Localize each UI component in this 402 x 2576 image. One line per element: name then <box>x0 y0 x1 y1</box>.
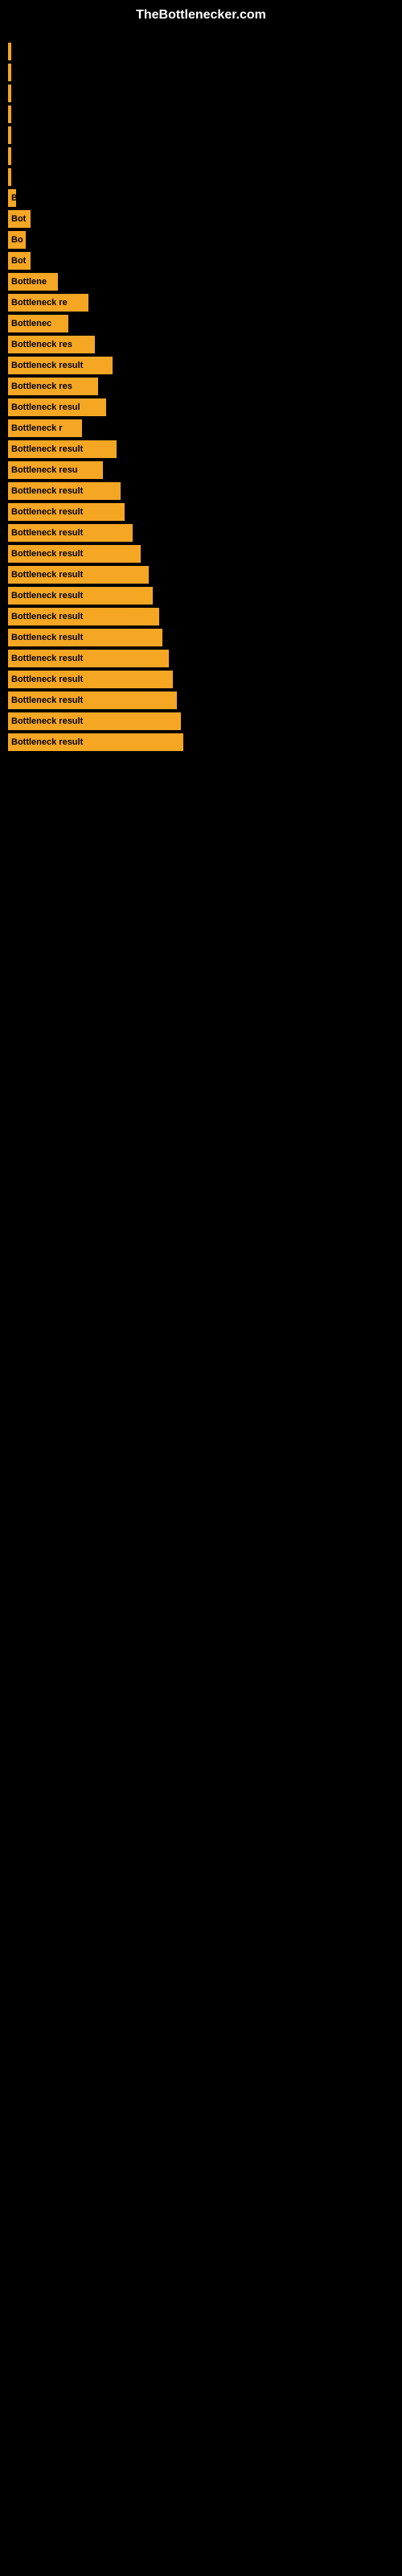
bar-row: Bottleneck res <box>8 378 394 395</box>
bar-row: Bottleneck resul <box>8 398 394 416</box>
bar-item: Bottleneck result <box>8 357 113 374</box>
bar-row: Bottleneck res <box>8 336 394 353</box>
bar-item: Bottlenec <box>8 315 68 332</box>
bar-row: Bottleneck result <box>8 440 394 458</box>
bar-label: Bottleneck result <box>11 591 83 601</box>
bar-item: Bottleneck result <box>8 671 173 688</box>
bar-item <box>8 168 11 186</box>
bar-item: Bottleneck result <box>8 566 149 584</box>
bar-row: Bottleneck result <box>8 712 394 730</box>
bar-item: Bottleneck result <box>8 440 117 458</box>
bar-row: Bottleneck result <box>8 733 394 751</box>
bar-item <box>8 147 11 165</box>
bar-item: Bottleneck res <box>8 336 95 353</box>
bar-label: Bottleneck result <box>11 486 83 496</box>
bar-label: Bottleneck result <box>11 570 83 580</box>
bar-row <box>8 126 394 144</box>
bar-row: Bottleneck result <box>8 587 394 605</box>
bar-row: Bottleneck result <box>8 503 394 521</box>
bar-row <box>8 147 394 165</box>
bar-row <box>8 64 394 81</box>
bar-row <box>8 43 394 60</box>
bar-label: Bottleneck result <box>11 696 83 705</box>
bar-label: Bottleneck result <box>11 444 83 454</box>
bar-row: Bottlenec <box>8 315 394 332</box>
bar-item <box>8 43 11 60</box>
bar-label: B <box>11 193 16 203</box>
bar-label: Bottlene <box>11 277 47 287</box>
bar-label: Bottleneck result <box>11 654 83 663</box>
bar-item: Bottleneck res <box>8 378 98 395</box>
bar-row: Bottleneck result <box>8 650 394 667</box>
bar-item: Bottleneck result <box>8 712 181 730</box>
bar-row: B <box>8 189 394 207</box>
bar-item: Bo <box>8 231 26 249</box>
bar-item: Bottleneck resul <box>8 398 106 416</box>
bar-item <box>8 64 11 81</box>
bar-label: Bottleneck result <box>11 361 83 370</box>
bar-label: Bottleneck result <box>11 612 83 621</box>
bar-label: Bottleneck result <box>11 675 83 684</box>
bar-label: Bottleneck res <box>11 340 72 349</box>
bar-row: Bot <box>8 210 394 228</box>
bar-item: Bottleneck result <box>8 608 159 625</box>
bar-row: Bottleneck result <box>8 691 394 709</box>
bar-row: Bottleneck result <box>8 671 394 688</box>
bar-row: Bottleneck result <box>8 545 394 563</box>
bar-item: Bottleneck result <box>8 629 162 646</box>
site-title: TheBottlenecker.com <box>0 0 402 27</box>
bar-item: Bottleneck result <box>8 524 133 542</box>
bar-item: Bottleneck re <box>8 294 88 312</box>
bar-item: B <box>8 189 16 207</box>
bar-item: Bottleneck result <box>8 733 183 751</box>
bar-item <box>8 85 11 102</box>
bar-item <box>8 126 11 144</box>
bar-label: Bottleneck r <box>11 423 63 433</box>
bar-item: Bottleneck result <box>8 587 153 605</box>
bar-item: Bottleneck resu <box>8 461 103 479</box>
bar-item: Bot <box>8 252 31 270</box>
bar-label: Bottleneck result <box>11 633 83 642</box>
bar-row: Bottleneck resu <box>8 461 394 479</box>
bars-container: B Bot Bo Bot Bottlene Bottleneck re Bottlenec B… <box>0 27 402 762</box>
bar-row: Bottleneck result <box>8 629 394 646</box>
bar-label: Bottleneck resul <box>11 402 80 412</box>
bar-label: Bottlenec <box>11 319 51 328</box>
bar-label: Bottleneck res <box>11 382 72 391</box>
bar-item: Bottleneck result <box>8 691 177 709</box>
bar-item: Bottleneck result <box>8 545 141 563</box>
bar-item: Bot <box>8 210 31 228</box>
bar-label: Bottleneck result <box>11 549 83 559</box>
bar-label: Bottleneck resu <box>11 465 78 475</box>
bar-item: Bottleneck result <box>8 482 121 500</box>
bar-row: Bottleneck result <box>8 566 394 584</box>
bar-row: Bottleneck result <box>8 357 394 374</box>
bar-row <box>8 168 394 186</box>
bar-row: Bottleneck r <box>8 419 394 437</box>
bar-item: Bottleneck result <box>8 503 125 521</box>
bar-item: Bottleneck r <box>8 419 82 437</box>
bar-row <box>8 105 394 123</box>
bar-label: Bot <box>11 256 26 266</box>
bar-row <box>8 85 394 102</box>
bar-row: Bo <box>8 231 394 249</box>
bar-label: Bot <box>11 214 26 224</box>
bar-row: Bottleneck result <box>8 608 394 625</box>
bar-row: Bottleneck result <box>8 482 394 500</box>
bar-item: Bottlene <box>8 273 58 291</box>
bar-label: Bottleneck result <box>11 716 83 726</box>
bar-item: Bottleneck result <box>8 650 169 667</box>
bar-row: Bottlene <box>8 273 394 291</box>
bar-label: Bottleneck result <box>11 507 83 517</box>
bar-item <box>8 105 11 123</box>
bar-label: Bottleneck result <box>11 737 83 747</box>
bar-row: Bottleneck result <box>8 524 394 542</box>
bar-label: Bottleneck re <box>11 298 68 308</box>
bar-row: Bottleneck re <box>8 294 394 312</box>
bar-row: Bot <box>8 252 394 270</box>
bar-label: Bo <box>11 235 23 245</box>
bar-label: Bottleneck result <box>11 528 83 538</box>
